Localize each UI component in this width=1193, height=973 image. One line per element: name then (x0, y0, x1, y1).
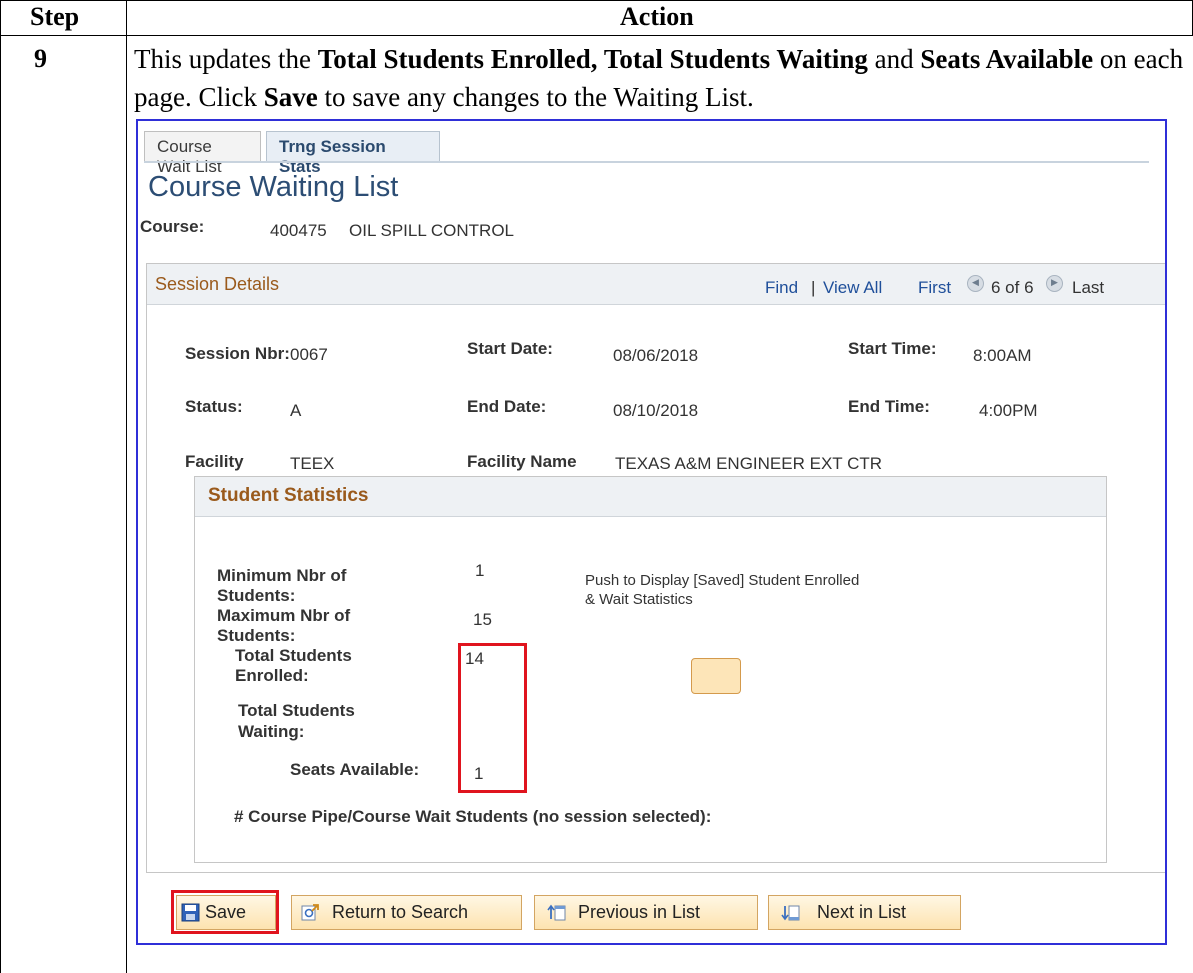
end-date-value: 08/10/2018 (613, 401, 699, 420)
table-column-divider (126, 0, 127, 973)
seats-available-label: Seats Available: (290, 760, 420, 779)
min-students-label-1: Minimum Nbr of (217, 566, 347, 585)
page-toolbar: Save Return to Search Previous in List N… (138, 875, 1165, 943)
push-text-line-2: & Wait Statistics (585, 591, 693, 608)
course-pipe-label: # Course Pipe/Course Wait Students (no s… (234, 807, 712, 826)
view-all-link[interactable]: View All (823, 278, 882, 298)
course-number: 400475 (270, 221, 327, 240)
last-link[interactable]: Last (1072, 278, 1104, 298)
student-statistics-title: Student Statistics (208, 485, 369, 506)
next-in-list-button[interactable]: Next in List (768, 895, 961, 930)
page-title: Course Waiting List (148, 171, 399, 203)
max-students-label-2: Students: (217, 626, 296, 645)
start-date-label: Start Date: (467, 339, 553, 358)
total-waiting-label-1: Total Students (238, 701, 355, 720)
facility-value: TEEX (290, 454, 335, 473)
total-waiting-label-2: Waiting: (238, 722, 305, 741)
course-name: OIL SPILL CONTROL (349, 221, 515, 240)
display-statistics-button[interactable] (691, 658, 741, 694)
max-students-value: 15 (473, 610, 492, 629)
next-row-icon[interactable]: ▶ (1046, 275, 1063, 292)
start-date-value: 08/06/2018 (613, 346, 699, 365)
session-nbr-label: Session Nbr: (185, 344, 290, 363)
table-top-border (0, 0, 1193, 1)
nav-separator: | (811, 278, 816, 297)
push-text-line-1: Push to Display [Saved] Student Enrolled (585, 572, 860, 589)
min-students-label-2: Students: (217, 586, 296, 605)
facility-label: Facility (185, 452, 244, 471)
min-students-value: 1 (475, 561, 485, 580)
end-time-value: 4:00PM (979, 401, 1038, 420)
table-left-border (0, 0, 1, 973)
return-to-search-button[interactable]: Return to Search (291, 895, 522, 930)
row-counter: 6 of 6 (991, 278, 1034, 297)
start-time-label: Start Time: (848, 339, 937, 358)
tab-course-wait-list[interactable]: Course Wait List (144, 131, 261, 176)
status-label: Status: (185, 397, 243, 416)
status-value: A (290, 401, 302, 420)
header-step: Step (30, 2, 80, 31)
tab-underline (144, 161, 1149, 163)
highlight-stats-values (458, 643, 527, 793)
highlight-save-button (171, 890, 279, 934)
instruction-text: This updates the Total Students Enrolled… (134, 44, 1184, 112)
start-time-value: 8:00AM (973, 346, 1032, 365)
return-to-search-label: Return to Search (332, 902, 469, 922)
max-students-label-1: Maximum Nbr of (217, 606, 351, 625)
total-enrolled-label-2: Enrolled: (235, 666, 309, 685)
next-in-list-label: Next in List (817, 902, 907, 922)
facility-name-label: Facility Name (467, 452, 577, 471)
previous-row-icon[interactable]: ◀ (967, 275, 984, 292)
tab-trng-session-stats[interactable]: Trng Session Stats (266, 131, 440, 176)
end-time-label: End Time: (848, 397, 930, 416)
table-header-divider (0, 35, 1193, 36)
first-link[interactable]: First (918, 278, 951, 298)
previous-in-list-icon (547, 904, 566, 921)
student-statistics-panel: Student Statistics Minimum Nbr of Studen… (194, 476, 1107, 863)
session-details-title: Session Details (155, 274, 280, 294)
course-label: Course: (140, 217, 205, 236)
total-enrolled-label-1: Total Students (235, 646, 352, 665)
student-statistics-header: Student Statistics (195, 477, 1106, 517)
previous-in-list-button[interactable]: Previous in List (534, 895, 758, 930)
step-number: 9 (34, 44, 47, 73)
find-link[interactable]: Find (765, 278, 798, 298)
previous-in-list-label: Previous in List (578, 902, 701, 922)
header-action: Action (620, 2, 694, 31)
return-to-search-icon (301, 904, 319, 921)
next-in-list-icon (781, 905, 800, 921)
session-nbr-value: 0067 (290, 345, 328, 364)
app-screenshot: Course Wait List Trng Session Stats Cour… (136, 119, 1167, 945)
session-details-header: Session Details Find | View All First ◀ … (147, 264, 1165, 305)
end-date-label: End Date: (467, 397, 547, 416)
facility-name-value: TEXAS A&M ENGINEER EXT CTR (615, 454, 883, 473)
